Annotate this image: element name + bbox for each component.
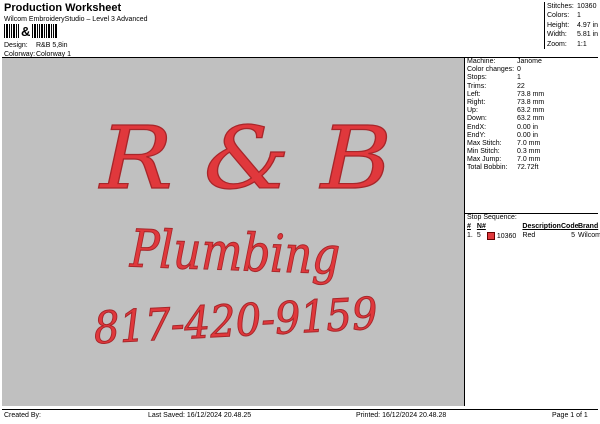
col-index: # xyxy=(467,223,471,230)
col-n: N# xyxy=(476,223,486,230)
info-up: Up: 63.2 mm xyxy=(467,107,545,115)
barcode: & xyxy=(4,24,74,38)
col-code: Code xyxy=(561,223,579,230)
info-right: Right: 73.8 mm xyxy=(467,98,545,106)
design-preview: R & B Plumbing 817-420-9159 xyxy=(2,58,465,406)
row-code: 5 xyxy=(571,232,575,239)
thread-color-swatch xyxy=(486,232,495,240)
col-stitches xyxy=(487,223,523,230)
row-brand: Wilcom xyxy=(578,232,600,239)
row-stitches: 10360 xyxy=(496,232,517,240)
row-stitches-cell: 10360 xyxy=(486,232,523,240)
stats-box: Stitches: 10360 Colors: 1 Height: 4.97 in W… xyxy=(544,2,599,49)
info-stops: Stops: 1 xyxy=(467,74,521,82)
stop-sequence-header: # N# Description Code Brand xyxy=(465,223,598,230)
info-down: Down: 63.2 mm xyxy=(467,115,545,123)
info-endy: EndY: 0.00 in xyxy=(467,131,539,139)
row-n: 5 xyxy=(476,232,481,239)
stat-height: Height: 4.97 in xyxy=(547,21,599,29)
footer-printed: Printed: 16/12/2024 20.48.28 xyxy=(356,412,447,419)
footer-last-saved: Last Saved: 16/12/2024 20.48.25 xyxy=(148,412,252,419)
design-value: R&B 5,8in xyxy=(36,42,68,49)
production-worksheet: Production Worksheet Wilcom EmbroiderySt… xyxy=(0,0,600,424)
embroidery-design: R & B Plumbing 817-420-9159 xyxy=(92,108,393,355)
design-line-rb: R & B xyxy=(98,109,392,209)
info-trims: Trims: 22 xyxy=(467,82,525,90)
row-description: Red xyxy=(522,232,536,239)
row-index: 1. xyxy=(467,232,473,239)
page-title: Production Worksheet xyxy=(4,2,122,14)
design-label: Design: xyxy=(4,42,28,49)
stat-zoom: Zoom: 1:1 xyxy=(547,40,587,48)
info-machine: Machine: Janome xyxy=(467,58,542,65)
svg-text:&: & xyxy=(21,24,30,38)
stop-sequence-row: 1. 5 10360 Red 5 Wilcom xyxy=(465,232,600,240)
info-max-stitch: Max Stitch: 7.0 mm xyxy=(467,139,541,147)
info-min-stitch: Min Stitch: 0.3 mm xyxy=(467,148,541,156)
stat-colors: Colors: 1 xyxy=(547,12,581,20)
software-subtitle: Wilcom EmbroideryStudio – Level 3 Advanc… xyxy=(4,16,148,23)
stat-stitches: Stitches: 10360 xyxy=(547,3,597,10)
info-max-jump: Max Jump: 7.0 mm xyxy=(467,156,541,164)
info-endx: EndX: 0.00 in xyxy=(467,123,539,131)
footer-divider xyxy=(2,409,598,410)
design-line-plumbing: Plumbing xyxy=(128,219,341,286)
footer-page: Page 1 of 1 xyxy=(552,412,588,419)
stop-sequence-title: Stop Sequence: xyxy=(467,214,517,221)
design-line-phone: 817-420-9159 xyxy=(93,289,379,355)
barcode-graphic: & xyxy=(4,24,57,38)
info-color-changes: Color changes: 0 xyxy=(467,66,521,74)
stat-width: Width: 5.81 in xyxy=(547,31,599,39)
design-row: Design: R&B 5,8in xyxy=(4,42,68,49)
col-description: Description xyxy=(522,223,561,230)
machine-info-panel: Machine: Janome Color changes: 0 Stops: 1 T… xyxy=(465,58,598,173)
info-total-bobbin: Total Bobbin: 72.72ft xyxy=(467,164,539,172)
footer-created-by: Created By: xyxy=(4,412,41,419)
info-left: Left: 73.8 mm xyxy=(467,90,545,98)
col-brand: Brand xyxy=(578,223,599,230)
